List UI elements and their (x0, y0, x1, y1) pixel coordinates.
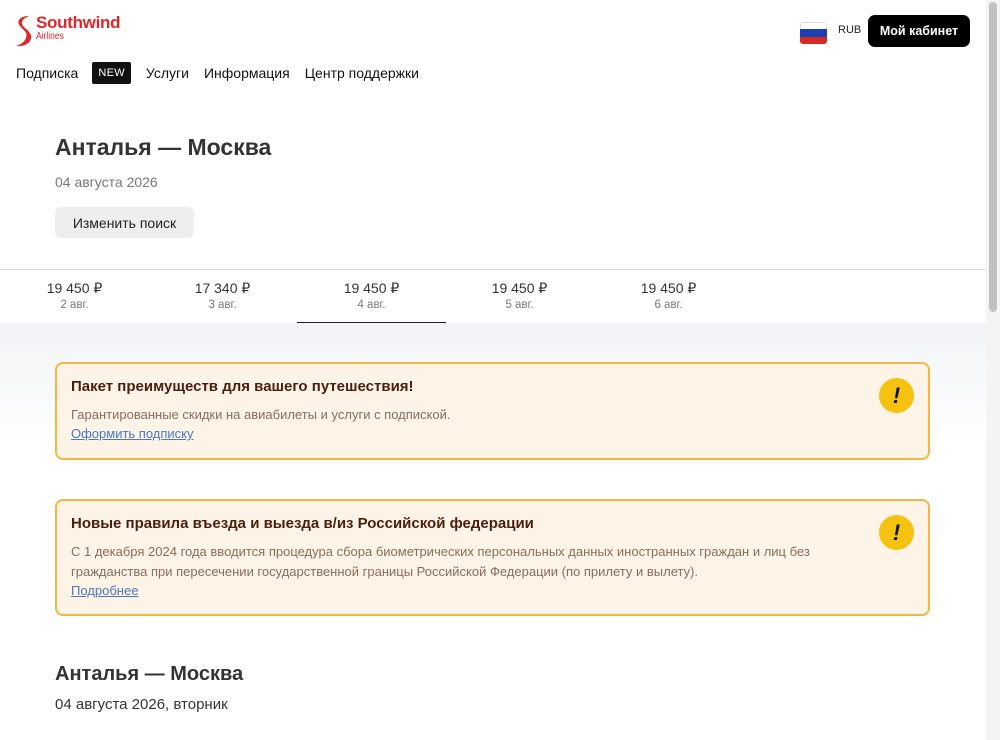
tab-price: 19 450 ₽ (343, 280, 400, 296)
tab-price: 19 450 ₽ (46, 280, 103, 296)
subscription-alert: Пакет преимуществ для вашего путешествия… (55, 362, 930, 460)
date-tab[interactable]: 17 340 ₽ 3 авг. (148, 270, 297, 324)
date-tab[interactable]: 19 450 ₽ 2 авг. (0, 270, 149, 324)
new-badge: NEW (92, 62, 131, 84)
tab-date: 6 авг. (654, 299, 683, 311)
tab-price: 19 450 ₽ (640, 280, 697, 296)
scrollbar-thumb[interactable] (989, 2, 997, 312)
alert-text: Гарантированные скидки на авиабилеты и у… (71, 407, 451, 422)
russia-flag-icon[interactable] (800, 22, 827, 44)
change-search-button[interactable]: Изменить поиск (55, 207, 194, 238)
my-cabinet-button[interactable]: Мой кабинет (868, 15, 970, 47)
tab-date: 3 авг. (208, 299, 237, 311)
subscribe-link[interactable]: Оформить подписку (71, 426, 194, 441)
date-tab[interactable]: 19 450 ₽ 5 авг. (445, 270, 594, 324)
brand-name: Southwind (36, 13, 121, 32)
results-route: Анталья — Москва (55, 663, 244, 685)
page-title: Анталья — Москва (55, 134, 272, 160)
more-link[interactable]: Подробнее (71, 583, 138, 598)
exclamation-icon: ! (879, 378, 914, 413)
tab-date: 2 авг. (60, 299, 89, 311)
nav-support[interactable]: Центр поддержки (305, 65, 419, 81)
nav-info[interactable]: Информация (204, 65, 290, 81)
alert-title: Новые правила въезда и выезда в/из Росси… (71, 515, 534, 532)
date-tab-selected[interactable]: 19 450 ₽ 4 авг. (297, 270, 446, 324)
site-header: Southwind Airlines RUB Мой кабинет Подпи… (0, 0, 986, 100)
tab-date: 4 авг. (357, 299, 386, 311)
tab-date: 5 авг. (505, 299, 534, 311)
entry-rules-alert: Новые правила въезда и выезда в/из Росси… (55, 499, 930, 616)
exclamation-icon: ! (879, 515, 914, 550)
alert-text: С 1 декабря 2024 года вводится процедура… (71, 544, 810, 579)
alert-title: Пакет преимуществ для вашего путешествия… (71, 378, 414, 395)
page-scrollbar[interactable] (986, 0, 1000, 740)
date-tabs: 19 450 ₽ 2 авг. 17 340 ₽ 3 авг. 19 450 ₽… (0, 269, 986, 324)
main-nav: Подписка NEW Услуги Информация Центр под… (16, 62, 419, 84)
nav-subscription[interactable]: Подписка (16, 65, 78, 81)
main-content: Пакет преимуществ для вашего путешествия… (0, 323, 986, 740)
brand-sub: Airlines (36, 31, 64, 42)
search-date: 04 августа 2026 (55, 174, 158, 190)
currency-selector[interactable]: RUB (838, 24, 861, 36)
tab-price: 17 340 ₽ (194, 280, 251, 296)
southwind-logo-icon (16, 16, 32, 47)
tab-price: 19 450 ₽ (491, 280, 548, 296)
southwind-logo[interactable]: Southwind Airlines (14, 14, 120, 48)
date-tab[interactable]: 19 450 ₽ 6 авг. (594, 270, 743, 324)
results-date: 04 августа 2026, вторник (55, 696, 228, 713)
nav-services[interactable]: Услуги (146, 65, 189, 81)
